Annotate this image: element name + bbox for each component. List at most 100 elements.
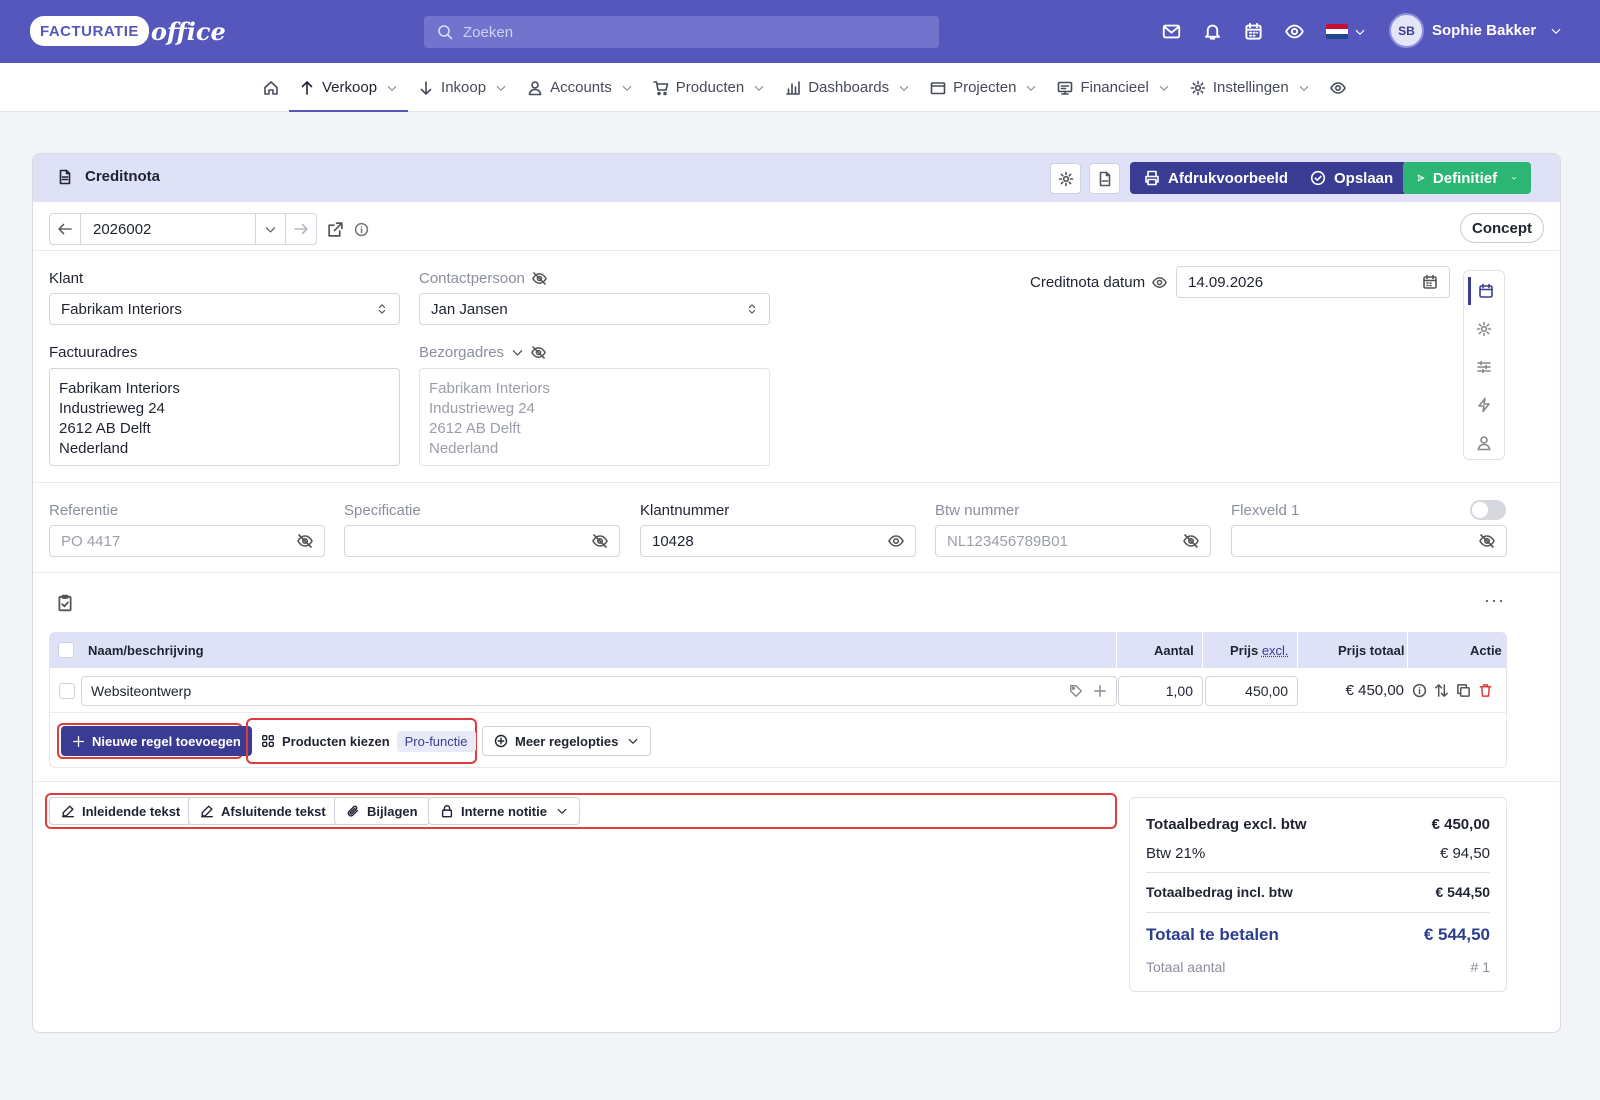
more-line-options-button[interactable]: Meer regelopties <box>482 726 652 756</box>
user-menu[interactable]: SB Sophie Bakker <box>1389 13 1562 48</box>
eye-off-icon[interactable] <box>532 271 547 286</box>
select-all-checkbox[interactable] <box>58 642 74 658</box>
eye-icon[interactable] <box>1152 275 1167 290</box>
bell-icon[interactable] <box>1203 22 1222 41</box>
chevron-down-icon <box>1159 85 1169 91</box>
save-button[interactable]: Opslaan <box>1296 162 1408 194</box>
tool-calendar[interactable] <box>1468 277 1500 305</box>
plus-icon[interactable] <box>1093 684 1107 698</box>
internal-note-label: Interne notitie <box>461 803 547 819</box>
closing-text-button[interactable]: Afsluitende tekst <box>188 797 338 825</box>
nav-label: Accounts <box>550 79 612 96</box>
nav-instellingen[interactable]: Instellingen <box>1180 63 1320 112</box>
attachments-button[interactable]: Bijlagen <box>334 797 430 825</box>
language-selector[interactable] <box>1326 24 1366 39</box>
nav-label: Instellingen <box>1212 79 1289 96</box>
chevron-down-icon <box>628 738 638 744</box>
row-name-input[interactable]: Websiteontwerp <box>81 676 1117 706</box>
tool-automation[interactable] <box>1468 391 1500 419</box>
specificatie-input[interactable] <box>344 525 620 557</box>
info-icon[interactable] <box>354 222 369 237</box>
eye-off-icon[interactable] <box>531 345 546 360</box>
date-field[interactable]: 14.09.2026 <box>1176 266 1450 298</box>
flexveld-input[interactable] <box>1231 525 1507 557</box>
klantnummer-label: Klantnummer <box>640 502 730 519</box>
settings-button[interactable] <box>1050 163 1081 194</box>
previous-button[interactable] <box>50 214 80 244</box>
logo-word-office: office <box>150 16 226 46</box>
reorder-icon[interactable] <box>1434 683 1449 698</box>
choose-products-label: Producten kiezen <box>282 733 390 749</box>
nav-home[interactable] <box>253 63 289 112</box>
col-qty: Aantal <box>1154 643 1194 658</box>
col-total: Prijs totaal <box>1338 643 1405 658</box>
nav-dashboards[interactable]: Dashboards <box>775 63 920 112</box>
external-edit-icon[interactable] <box>327 221 344 238</box>
factuuradres-label: Factuuradres <box>49 344 138 361</box>
chevron-down-icon[interactable] <box>511 346 524 359</box>
mail-icon[interactable] <box>1162 22 1181 41</box>
eye-off-icon[interactable] <box>1479 533 1495 549</box>
clipboard-check-icon[interactable] <box>56 594 74 612</box>
nav-producten[interactable]: Producten <box>643 63 775 112</box>
calendar-icon[interactable] <box>1422 274 1438 290</box>
page-title: Creditnota <box>85 168 160 185</box>
vat-label: Btw 21% <box>1146 845 1206 862</box>
referentie-input[interactable]: PO 4417 <box>49 525 325 557</box>
choose-products-button[interactable]: Producten kiezen Pro-functie <box>250 723 487 759</box>
document-icon <box>59 169 71 184</box>
eye-off-icon[interactable] <box>297 533 313 549</box>
row-checkbox[interactable] <box>59 683 75 699</box>
nav-verkoop[interactable]: Verkoop <box>289 63 409 112</box>
number-dropdown-button[interactable] <box>256 214 286 244</box>
next-button[interactable] <box>286 214 316 244</box>
tool-settings[interactable] <box>1468 315 1500 343</box>
final-button[interactable]: Definitief <box>1403 162 1531 194</box>
app-logo[interactable]: FACTURATIE office <box>30 13 226 49</box>
internal-note-button[interactable]: Interne notitie <box>428 797 580 825</box>
nav-inkoop[interactable]: Inkoop <box>408 63 517 112</box>
info-icon[interactable] <box>1412 683 1427 698</box>
contact-value: Jan Jansen <box>431 300 508 318</box>
eye-off-icon[interactable] <box>592 533 608 549</box>
factuuradres-field[interactable]: Fabrikam Interiors Industrieweg 24 2612 … <box>49 368 400 466</box>
row-price-input[interactable]: 450,00 <box>1205 676 1298 706</box>
chevron-down-icon <box>1355 29 1365 35</box>
contact-select[interactable]: Jan Jansen <box>419 293 770 325</box>
eye-icon[interactable] <box>888 533 904 549</box>
calendar-icon[interactable] <box>1244 22 1263 41</box>
klant-select[interactable]: Fabrikam Interiors <box>49 293 400 325</box>
intro-text-button[interactable]: Inleidende tekst <box>49 797 193 825</box>
tag-icon[interactable] <box>1069 684 1083 698</box>
copy-icon[interactable] <box>1456 683 1471 698</box>
tool-person[interactable] <box>1468 429 1500 457</box>
address-line: 2612 AB Delft <box>59 420 151 437</box>
eye-icon[interactable] <box>1285 22 1304 41</box>
tool-sliders[interactable] <box>1468 353 1500 381</box>
nav-financieel[interactable]: Financieel <box>1047 63 1179 112</box>
arrow-up-icon <box>301 80 313 95</box>
flexveld-label: Flexveld 1 <box>1231 502 1300 519</box>
pdf-button[interactable] <box>1089 163 1120 194</box>
flexveld-toggle[interactable] <box>1470 500 1506 520</box>
klantnummer-input[interactable]: 10428 <box>640 525 916 557</box>
add-line-button[interactable]: Nieuwe regel toevoegen <box>61 726 252 756</box>
row-qty-input[interactable]: 1,00 <box>1118 676 1203 706</box>
print-preview-button[interactable]: Afdrukvoorbeeld <box>1130 162 1303 194</box>
date-label-group: Creditnota datum <box>1030 274 1167 291</box>
search-input[interactable]: Zoeken <box>424 16 939 48</box>
arrow-left-icon <box>58 223 72 235</box>
col-name: Naam/beschrijving <box>88 643 204 658</box>
trash-icon[interactable] <box>1478 683 1493 698</box>
nav-accounts[interactable]: Accounts <box>517 63 643 112</box>
paperclip-icon <box>347 805 359 817</box>
status-badge[interactable]: Concept <box>1460 213 1544 243</box>
nav-view-toggle[interactable] <box>1320 63 1356 112</box>
eye-off-icon[interactable] <box>1183 533 1199 549</box>
nav-projecten[interactable]: Projecten <box>920 63 1047 112</box>
more-options-icon[interactable]: ··· <box>1484 590 1505 611</box>
bezorgadres-field[interactable]: Fabrikam Interiors Industrieweg 24 2612 … <box>419 368 770 466</box>
intro-text-label: Inleidende tekst <box>82 803 181 819</box>
document-number[interactable]: 2026002 <box>80 214 256 244</box>
btw-input[interactable]: NL123456789B01 <box>935 525 1211 557</box>
